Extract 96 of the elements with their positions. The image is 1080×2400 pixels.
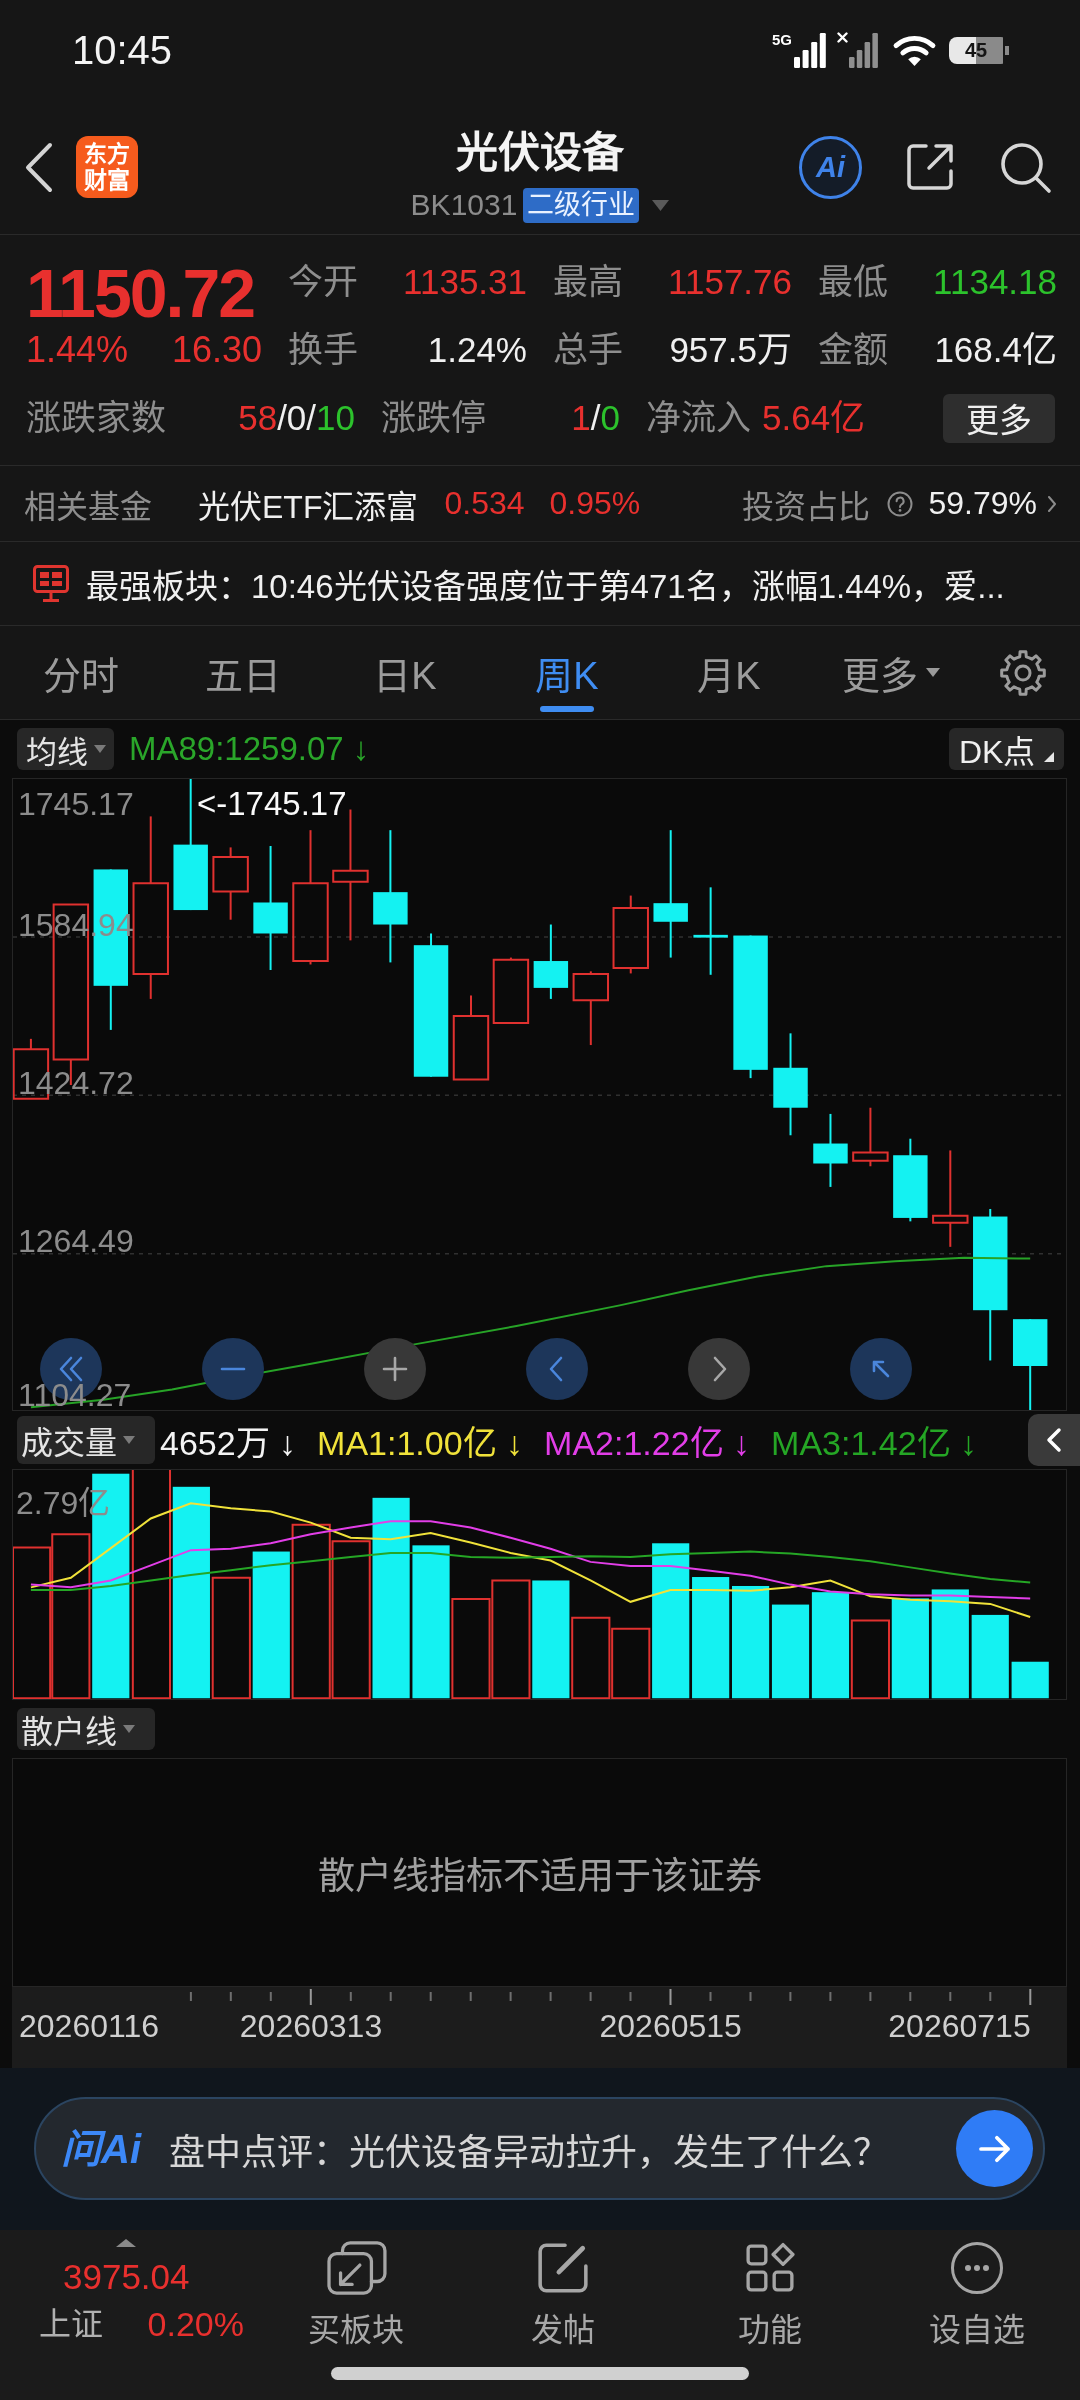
share-icon[interactable] [904, 141, 956, 193]
help-icon[interactable] [887, 490, 914, 517]
sector-code: BK1031 [410, 188, 518, 222]
section-label: 相关基金 [24, 487, 152, 527]
stat-value: 168.4亿 [934, 329, 1057, 371]
chevron-right-icon[interactable] [1047, 494, 1057, 513]
moving-average-value: MA2:1.22亿 ↓ [544, 1422, 751, 1464]
nav-item[interactable]: 设自选 [928, 2241, 1025, 2350]
no-signal-icon [837, 32, 878, 68]
sector-level-tag: 二级行业 [523, 187, 640, 223]
change-percent: 1.44% [26, 329, 129, 371]
collapse-button[interactable] [1028, 1414, 1080, 1466]
date-label: 20260116 [19, 2010, 159, 2042]
candlestick [852, 1106, 889, 1168]
index-value: 3975.04 [63, 2257, 190, 2297]
indicator-dropdown[interactable]: 均线 [17, 728, 114, 770]
search-icon[interactable] [999, 140, 1052, 194]
stat-value: 1135.31 [403, 261, 527, 303]
empty-state-message: 散户线指标不适用于该证券 [317, 1854, 762, 1899]
stat-label: 换手 [288, 329, 358, 371]
app-logo: 东方财富 [76, 136, 138, 198]
ai-question-bar[interactable]: 问Ai 盘中点评：光伏设备异动拉升，发生了什么？ [34, 2097, 1045, 2200]
index-change: 0.20% [147, 2304, 244, 2344]
apps-grid-icon[interactable] [744, 2241, 795, 2295]
more-icon[interactable] [949, 2241, 1004, 2295]
back-icon[interactable] [24, 141, 54, 193]
clock-time: 10:45 [72, 27, 173, 74]
index-name: 上证 [39, 2305, 103, 2344]
caret-down-icon[interactable] [926, 668, 940, 677]
nav-item[interactable]: 发帖 [530, 2241, 595, 2350]
stat-label: 今开 [288, 261, 358, 303]
stat-value: 1/0 [571, 397, 620, 439]
caret-down-icon[interactable] [123, 1436, 135, 1444]
period-tab[interactable]: 日K [324, 626, 486, 719]
stat-label: 金额 [818, 329, 888, 371]
period-tab[interactable]: 月K [648, 626, 810, 719]
moving-average-value: MA1:1.00亿 ↓ [317, 1422, 524, 1464]
period-tab[interactable]: 周K [486, 626, 648, 719]
period-tab[interactable]: 分时 [0, 626, 162, 719]
indicator-dropdown[interactable]: 成交量 [17, 1416, 155, 1464]
monitor-icon [33, 564, 69, 603]
network-type-label: 5G [772, 32, 792, 48]
nav-item[interactable]: 功能 [737, 2241, 802, 2350]
news-headline[interactable]: 最强板块：10:46光伏设备强度位于第471名，涨幅1.44%，爱... [86, 559, 1005, 608]
indicator-dropdown[interactable]: 散户线 [17, 1708, 155, 1750]
date-label: 20260313 [239, 2010, 383, 2042]
high-price-marker: <-1745.17 [197, 787, 347, 821]
corner-triangle-icon[interactable] [1044, 752, 1055, 762]
fund-change: 0.95% [549, 485, 641, 522]
stat-label: 最高 [553, 261, 623, 303]
fund-price: 0.534 [444, 485, 525, 522]
candlestick [492, 956, 530, 1024]
stat-label: 涨跌家数 [26, 397, 166, 439]
caret-up-icon[interactable] [116, 2239, 136, 2247]
signal-icon [794, 32, 826, 68]
nav-item[interactable]: 买板块 [307, 2241, 404, 2350]
period-tab[interactable]: 五日 [162, 626, 324, 719]
dk-point-button[interactable]: DK点 [949, 728, 1064, 770]
page-title: 光伏设备 [456, 129, 624, 177]
more-menu-tab[interactable]: 更多 [810, 626, 972, 719]
ratio-value: 59.79% [928, 485, 1037, 522]
arrow-right-icon[interactable] [977, 2134, 1012, 2163]
stat-label: 总手 [553, 329, 623, 371]
stacked-squares-icon[interactable] [324, 2241, 387, 2295]
stat-value: 1.24% [427, 329, 527, 371]
settings-icon[interactable] [999, 648, 1047, 697]
date-label: 20260715 [888, 2010, 1031, 2042]
moving-average-value: MA89:1259.07 ↓ [129, 730, 370, 768]
stat-value: 5.64亿 [762, 397, 866, 439]
edit-icon[interactable] [535, 2241, 590, 2295]
last-price: 1150.72 [26, 258, 256, 328]
fund-name[interactable]: 光伏ETF汇添富 [198, 480, 419, 527]
battery-indicator: 45 [949, 36, 1009, 64]
send-button[interactable] [956, 2110, 1033, 2187]
caret-down-icon[interactable] [94, 745, 106, 753]
moving-average-value: MA3:1.42亿 ↓ [771, 1422, 978, 1464]
stat-label: 最低 [818, 261, 888, 303]
change-amount: 16.30 [171, 329, 262, 371]
ai-prompt: 盘中点评：光伏设备异动拉升，发生了什么？ [169, 2130, 889, 2175]
stat-label: 净流入 [646, 397, 751, 439]
ai-assistant-button[interactable]: Ai [799, 135, 862, 199]
stat-value: 1157.76 [668, 261, 792, 303]
stat-label: 涨跌停 [381, 397, 486, 439]
volume-bar [1011, 1661, 1049, 1699]
stat-value: 58/0/10 [238, 397, 355, 439]
ai-logo: 问Ai [61, 2125, 141, 2173]
stat-value: 1134.18 [933, 261, 1057, 303]
chevron-left-icon[interactable] [1046, 1427, 1062, 1453]
axis-label: 1264.49 [18, 1225, 134, 1257]
ratio-label: 投资占比 [742, 487, 871, 527]
more-button[interactable]: 更多 [943, 393, 1055, 443]
volume-value: 4652万 ↓ [160, 1422, 297, 1464]
axis-label: 1745.17 [18, 788, 134, 820]
stat-value: 957.5万 [669, 329, 792, 371]
date-label: 20260515 [599, 2010, 742, 2042]
caret-down-icon[interactable] [123, 1725, 135, 1733]
